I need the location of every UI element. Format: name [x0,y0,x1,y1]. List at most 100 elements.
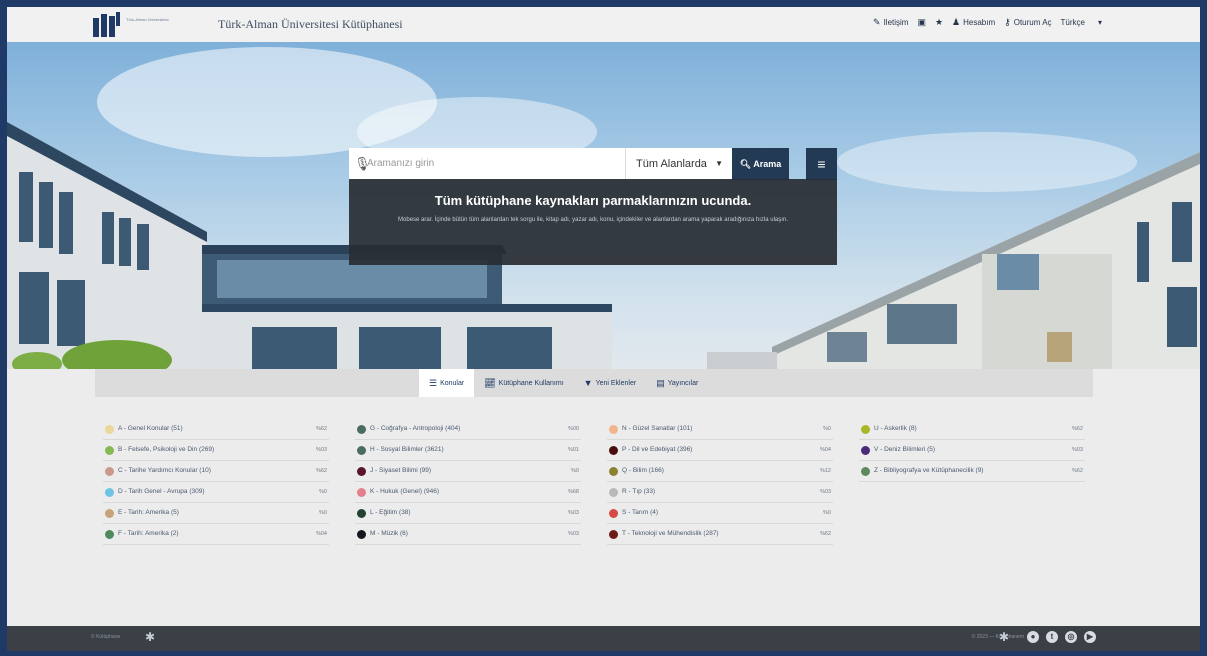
category-label: C - Tarihe Yardımcı Konular (10) [118,467,211,474]
category-label: S - Tarım (4) [622,509,659,516]
nav-contact[interactable]: ✎ Iletişim [873,17,908,28]
category-label: J - Siyaset Bilimi (99) [370,467,432,474]
tab-library-usage[interactable]: 📈︎ Kütüphane Kullanımı [474,369,573,397]
nav-account[interactable]: ♟ Hesabım [952,17,995,28]
category-label: T - Teknoloji ve Mühendislik (287) [622,530,719,537]
tab-library-usage-label: Kütüphane Kullanımı [498,379,564,387]
nav-contact-label: Iletişim [883,18,909,27]
category-row[interactable]: P - Dil ve Edebiyat (396) %04 [607,440,833,461]
category-color-dot [609,467,618,476]
category-label: Q - Bilim (166) [622,467,664,474]
category-code: %62 [315,426,327,432]
app-window: Türk-Alman Üniversitesi Türk-Alman Ünive… [7,7,1200,651]
category-row[interactable]: T - Teknoloji ve Mühendislik (287) %62 [607,524,833,545]
category-code: %00 [567,426,579,432]
category-code: %0 [823,426,831,432]
tab-subjects[interactable]: ☰ Konular [419,369,475,397]
category-column: U - Askerlik (8) %62 V - Deniz Bilimleri … [859,419,1085,482]
top-navbar: Türk-Alman Üniversitesi Türk-Alman Ünive… [7,7,1200,43]
category-label: D - Tarih Genel - Avrupa (309) [118,488,205,495]
tab-new-additions[interactable]: ▼ Yeni Eklenler [574,369,647,397]
nav-favorites[interactable]: ★ [935,17,943,28]
category-row[interactable]: V - Deniz Bilimleri (5) %03 [859,440,1085,461]
category-color-dot [609,425,618,434]
category-color-dot [357,530,366,539]
tab-publishers[interactable]: ▤ Yayıncılar [646,369,708,397]
menu-button[interactable]: ≡ [806,148,837,180]
top-nav-links: ✎ Iletişim ▣ ★ ♟ Hesabım ⚷ Oturum Aç Türkçe… [873,17,1102,28]
category-code: %68 [567,489,579,495]
category-label: P - Dil ve Edebiyat (396) [622,446,693,453]
category-row[interactable]: A - Genel Konular (51) %62 [103,419,329,440]
category-color-dot [105,467,114,476]
nav-login[interactable]: ⚷ Oturum Aç [1004,17,1051,28]
category-code: %03 [819,489,831,495]
tab-publishers-label: Yayıncılar [667,379,699,387]
tab-bar: ☰ Konular 📈︎ Kütüphane Kullanımı ▼ Yeni … [95,369,1093,397]
category-code: %0 [319,489,327,495]
category-row[interactable]: N - Güzel Sanatlar (101) %0 [607,419,833,440]
category-code: %03 [315,447,327,453]
category-color-dot [609,530,618,539]
category-row[interactable]: D - Tarih Genel - Avrupa (309) %0 [103,482,329,503]
category-color-dot [105,530,114,539]
search-scope-select[interactable]: Tüm Alanlarda ▼ [625,148,731,180]
category-label: N - Güzel Sanatlar (101) [622,425,693,432]
filter-icon: ▼ [583,378,593,388]
language-selector[interactable]: Türkçe ▾ [1061,18,1102,27]
tagline-text: Mobese arar. İçinde bütün tüm alanlardan… [398,217,788,223]
category-row[interactable]: S - Tarım (4) %0 [607,503,833,524]
category-label: Z - Bibliyografya ve Kütüphanecilik (9) [874,467,984,474]
category-row[interactable]: B - Felsefe, Psikoloji ve Din (269) %03 [103,440,329,461]
category-column: A - Genel Konular (51) %62 B - Felsefe, P… [103,419,329,545]
category-color-dot [609,488,618,497]
nav-briefcase[interactable]: ▣ [917,17,926,28]
category-label: L - Eğitim (38) [370,509,411,516]
nav-login-label: Oturum Aç [1013,18,1052,27]
university-logo[interactable] [93,12,121,37]
category-code: %01 [567,447,579,453]
edit-icon: ✎ [873,17,881,27]
category-row[interactable]: F - Tarih: Amerika (2) %04 [103,524,329,545]
category-color-dot [861,425,870,434]
youtube-icon[interactable]: ▶ [1084,631,1096,643]
category-row[interactable]: K - Hukuk (Genel) (946) %68 [355,482,581,503]
search-input[interactable]: Aramanızı girin [367,158,434,169]
caret-down-icon: ▼ [715,159,723,168]
github-icon[interactable]: ● [1027,631,1039,643]
category-row[interactable]: M - Müzik (6) %03 [355,524,581,545]
category-color-dot [357,488,366,497]
category-label: E - Tarih: Amerika (5) [118,509,179,516]
category-color-dot [861,467,870,476]
site-title[interactable]: Türk-Alman Üniversitesi Kütüphanesi [218,17,403,32]
category-label: G - Coğrafya - Antropoloji (404) [370,425,461,432]
twitter-icon[interactable]: t [1046,631,1058,643]
language-label: Türkçe [1060,18,1085,27]
category-row[interactable]: L - Eğitim (38) %03 [355,503,581,524]
category-code: %0 [319,510,327,516]
category-row[interactable]: C - Tarihe Yardımcı Konular (10) %62 [103,461,329,482]
category-label: V - Deniz Bilimleri (5) [874,446,936,453]
category-color-dot [357,467,366,476]
category-code: %03 [567,510,579,516]
category-row[interactable]: R - Tıp (33) %03 [607,482,833,503]
category-row[interactable]: J - Siyaset Bilimi (99) %0 [355,461,581,482]
category-color-dot [609,509,618,518]
category-label: A - Genel Konular (51) [118,425,183,432]
user-icon: ♟ [952,17,961,27]
hamburger-icon: ≡ [817,156,826,172]
category-row[interactable]: G - Coğrafya - Antropoloji (404) %00 [355,419,581,440]
category-row[interactable]: H - Sosyal Bilimler (3621) %01 [355,440,581,461]
category-row[interactable]: Z - Bibliyografya ve Kütüphanecilik (9)%… [859,461,1085,482]
instagram-icon[interactable]: ◎ [1065,631,1077,643]
category-code: %62 [819,531,831,537]
category-row[interactable]: E - Tarih: Amerika (5) %0 [103,503,329,524]
search-button[interactable]: 🔍︎ Arama [732,148,789,180]
category-label: B - Felsefe, Psikoloji ve Din (269) [118,446,215,453]
category-row[interactable]: Q - Bilim (166) %12 [607,461,833,482]
category-code: %0 [571,468,579,474]
category-row[interactable]: U - Askerlik (8) %62 [859,419,1085,440]
chart-icon: 📈︎ [484,377,496,388]
search-scope-value: Tüm Alanlarda [636,158,707,170]
category-label: H - Sosyal Bilimler (3621) [370,446,444,453]
